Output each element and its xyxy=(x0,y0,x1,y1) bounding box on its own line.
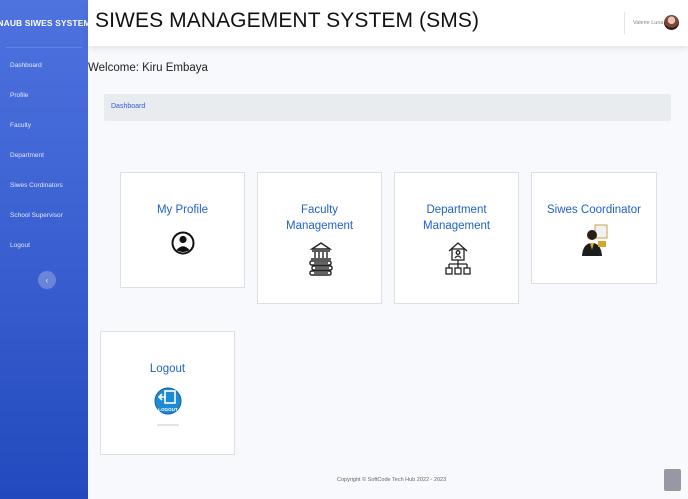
faculty-management-card[interactable]: Faculty Management xyxy=(257,172,382,304)
department-management-card[interactable]: Department Management xyxy=(394,172,519,304)
sidebar-toggle-button[interactable]: ‹ xyxy=(38,271,56,289)
sidebar-item-profile[interactable]: Profile xyxy=(10,92,28,99)
siwes-coordinator-card[interactable]: Siwes Coordinator xyxy=(531,172,657,284)
sidebar-item-faculty[interactable]: Faculty xyxy=(10,122,31,129)
welcome-text: Welcome: Kiru Embaya xyxy=(88,62,208,74)
breadcrumb-dashboard-link[interactable]: Dashboard xyxy=(111,103,145,110)
siwes-coordinator-card-title: Siwes Coordinator xyxy=(547,204,641,216)
department-tree-icon xyxy=(445,242,471,275)
footer-copyright: Copyright © SoftCode Tech Hub 2022 - 202… xyxy=(337,477,447,483)
sidebar-divider xyxy=(6,47,82,48)
avatar[interactable] xyxy=(664,15,679,30)
svg-text:LOGOUT: LOGOUT xyxy=(158,407,178,412)
sidebar-item-logout[interactable]: Logout xyxy=(10,242,30,249)
chevron-left-icon: ‹ xyxy=(45,275,49,285)
sidebar-item-siwes-cordinators[interactable]: Siwes Cordinators xyxy=(10,182,63,189)
sidebar: NAUB SIWES SYSTEM Dashboard Profile Facu… xyxy=(0,0,91,499)
my-profile-card-title: My Profile xyxy=(156,204,209,216)
faculty-management-card-title: Faculty Management xyxy=(286,204,354,232)
logout-icon: LOGOUT xyxy=(154,387,182,426)
user-name[interactable]: Valerie Luna xyxy=(633,20,663,26)
user-icon xyxy=(171,231,195,255)
department-management-card-title: Department Management xyxy=(423,204,491,232)
breadcrumb: Dashboard xyxy=(104,94,671,121)
sidebar-item-school-supervisor[interactable]: School Supervisor xyxy=(10,212,63,219)
page-title: SIWES MANAGEMENT SYSTEM (SMS) xyxy=(95,9,480,32)
sidebar-brand[interactable]: NAUB SIWES SYSTEM xyxy=(0,0,91,46)
logout-card-title: Logout xyxy=(149,363,186,375)
my-profile-card[interactable]: My Profile xyxy=(120,172,245,288)
topbar-divider xyxy=(624,12,625,34)
logout-card[interactable]: Logout LOGOUT xyxy=(100,331,235,455)
sidebar-item-department[interactable]: Department xyxy=(10,152,44,159)
scroll-to-top-button[interactable] xyxy=(664,469,681,491)
faculty-building-icon xyxy=(309,242,333,276)
topbar: SIWES MANAGEMENT SYSTEM (SMS) Valerie Lu… xyxy=(88,0,688,46)
sidebar-item-dashboard[interactable]: Dashboard xyxy=(10,62,42,69)
coordinator-icon xyxy=(582,224,608,256)
